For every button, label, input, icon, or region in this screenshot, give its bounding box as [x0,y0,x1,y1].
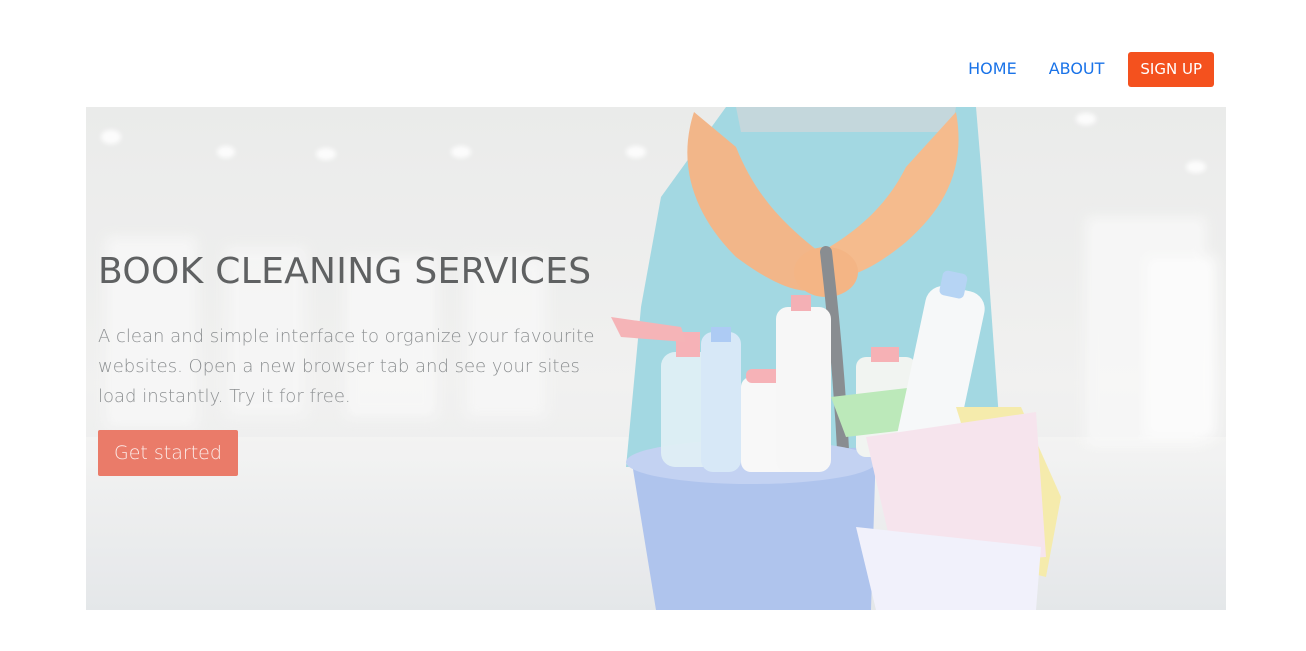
page: HOME ABOUT SIGN UP BOOK CLEANING SERVICE… [0,0,1306,651]
hero-content: BOOK CLEANING SERVICES A clean and simpl… [98,250,638,476]
hero-banner: BOOK CLEANING SERVICES A clean and simpl… [86,107,1226,610]
nav-about-link[interactable]: ABOUT [1033,51,1121,87]
get-started-button[interactable]: Get started [98,430,238,476]
hero-title: BOOK CLEANING SERVICES [98,251,592,292]
nav-home-link[interactable]: HOME [952,51,1033,87]
top-nav: HOME ABOUT SIGN UP [952,51,1214,87]
hero-description: A clean and simple interface to organize… [98,326,595,407]
signup-button[interactable]: SIGN UP [1128,51,1214,87]
